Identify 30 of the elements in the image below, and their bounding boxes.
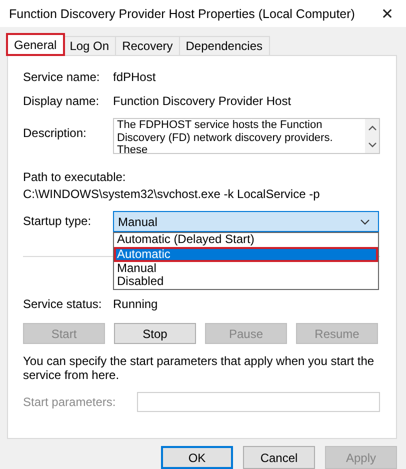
chevron-icon	[360, 218, 370, 224]
field-label: Service name:	[23, 70, 101, 84]
tab[interactable]: Recovery	[115, 36, 180, 55]
dropdown-option[interactable]: Manual	[114, 262, 378, 275]
field-label: Startup type:	[23, 213, 92, 228]
dialog-button[interactable]: OK	[161, 446, 233, 469]
path-text: C:\WINDOWS\system32\svchost.exe -k LocalService -p	[23, 187, 321, 201]
field-value: fdPHost	[113, 70, 156, 84]
dropdown-option[interactable]: Automatic	[114, 246, 378, 262]
field-label: Path to executable:	[23, 170, 127, 184]
tab[interactable]: Dependencies	[178, 36, 270, 55]
field-value: Function Discovery Provider Host	[113, 94, 292, 108]
field-label: Display name:	[23, 94, 100, 108]
tab[interactable]: Log On	[62, 36, 116, 55]
scroll-up-icon[interactable]	[368, 124, 376, 130]
field-value: Running	[113, 297, 158, 311]
field-label: Start parameters:	[23, 395, 117, 409]
field-label: Description:	[23, 125, 88, 140]
close-button[interactable]: ✕	[377, 4, 398, 22]
description-box[interactable]: The FDPHOST service hosts the Function Discovery (FD) network discovery providers. These	[113, 118, 380, 154]
dropdown-option[interactable]: Disabled	[114, 275, 378, 288]
dropdown-option[interactable]: Automatic (Delayed Start)	[114, 233, 378, 246]
tab[interactable]: General	[7, 34, 64, 55]
startup-type-dropdown[interactable]: Manual	[113, 211, 379, 232]
field-label: Service status:	[23, 297, 103, 311]
hint-text: You can specify the start parameters that apply when you start the service from here.	[23, 354, 376, 382]
scroll-down-icon[interactable]	[368, 142, 376, 148]
service-button[interactable]: Stop	[114, 323, 196, 344]
dialog-button[interactable]: Cancel	[243, 446, 315, 469]
window-title: Function Discovery Provider Host Properties (Local Computer)	[9, 6, 355, 20]
